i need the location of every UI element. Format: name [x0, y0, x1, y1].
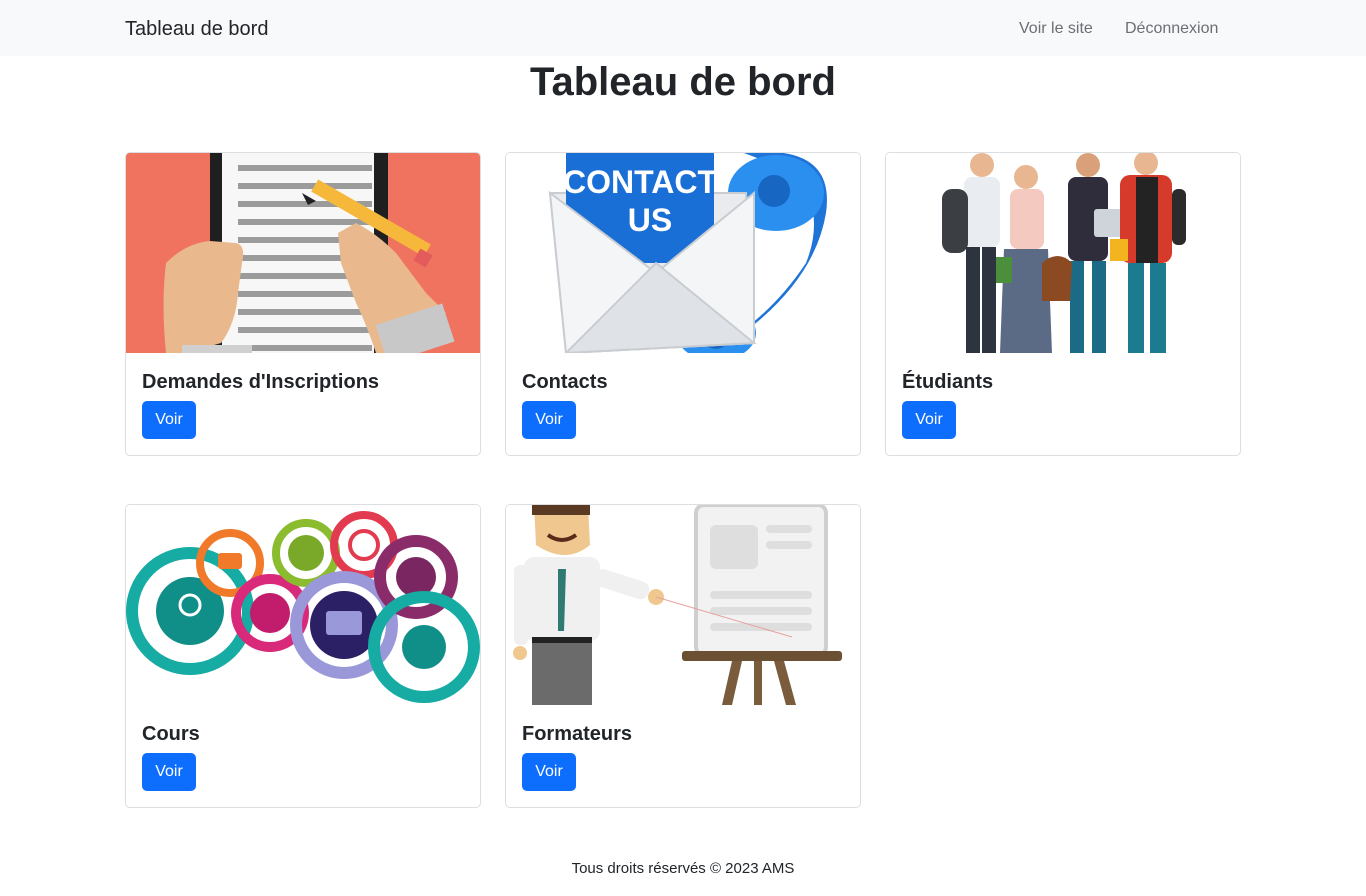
nav-link-view-site[interactable]: Voir le site	[1019, 19, 1093, 39]
card-title-contacts: Contacts	[522, 371, 608, 393]
card-registrations: Demandes d'Inscriptions Voir	[125, 152, 481, 456]
registration-form-image	[126, 153, 480, 353]
contact-us-image: CONTACT US	[506, 153, 860, 353]
card-title-students: Étudiants	[902, 371, 994, 393]
navbar-brand[interactable]: Tableau de bord	[125, 17, 268, 41]
view-registrations-button[interactable]: Voir	[142, 401, 196, 439]
card-title-trainers: Formateurs	[522, 723, 633, 745]
trainer-presentation-image	[506, 505, 860, 705]
top-navbar: Tableau de bord Voir le site Déconnexion	[0, 0, 1366, 56]
view-students-button[interactable]: Voir	[902, 401, 956, 439]
card-contacts: CONTACT US Contacts Voir	[505, 152, 861, 456]
contact-text-line1: CONTACT	[563, 164, 718, 200]
card-courses: Cours Voir	[125, 504, 481, 808]
card-title-registrations: Demandes d'Inscriptions	[142, 371, 380, 393]
card-title-courses: Cours	[142, 723, 200, 745]
card-trainers: Formateurs Voir	[505, 504, 861, 808]
view-courses-button[interactable]: Voir	[142, 753, 196, 791]
view-trainers-button[interactable]: Voir	[522, 753, 576, 791]
courses-icons-image	[126, 505, 480, 705]
card-students: Étudiants Voir	[885, 152, 1241, 456]
contact-text-line2: US	[628, 202, 672, 238]
page-title: Tableau de bord	[530, 60, 836, 104]
footer-copyright: Tous droits réservés © 2023 AMS	[571, 860, 795, 877]
view-contacts-button[interactable]: Voir	[522, 401, 576, 439]
nav-link-logout[interactable]: Déconnexion	[1125, 19, 1218, 39]
students-group-image	[886, 153, 1240, 353]
